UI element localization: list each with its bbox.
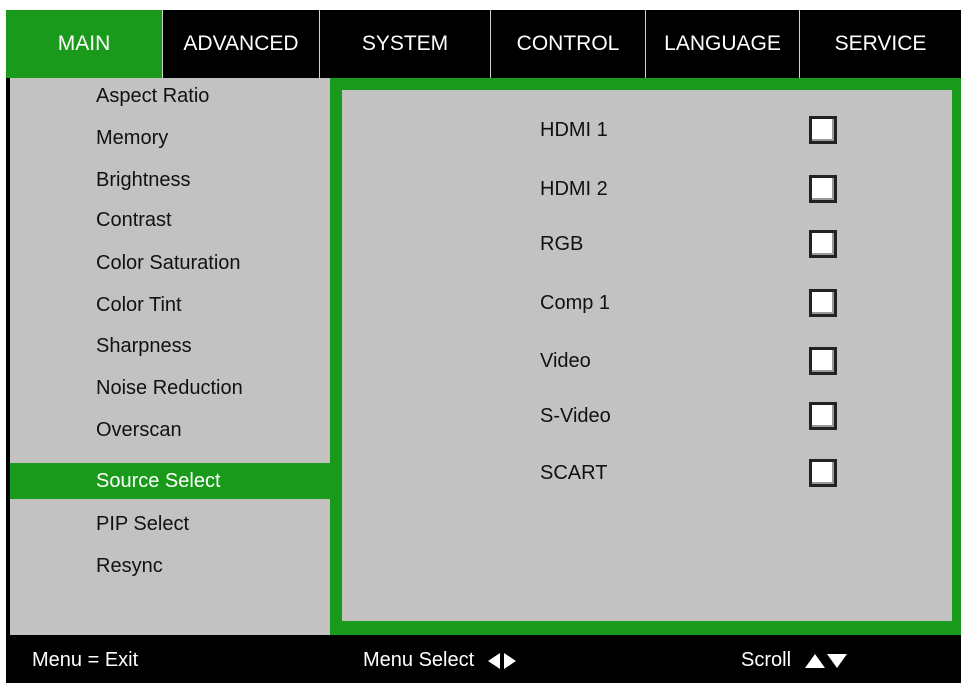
arrow-left-icon xyxy=(488,652,501,669)
osd-menu: MAIN ADVANCED SYSTEM CONTROL LANGUAGE SE… xyxy=(6,10,961,683)
source-label: HDMI 2 xyxy=(540,178,608,200)
exit-hint: Menu = Exit xyxy=(32,638,138,683)
source-row-hdmi2: HDMI 2 xyxy=(342,171,952,211)
menu-item-sharpness[interactable]: Sharpness xyxy=(10,328,330,364)
video-checkbox[interactable] xyxy=(809,347,837,375)
arrow-right-icon xyxy=(504,652,517,669)
source-row-scart: SCART xyxy=(342,455,952,495)
source-label: Video xyxy=(540,350,591,372)
arrow-up-icon xyxy=(805,653,826,668)
menu-item-color-tint[interactable]: Color Tint xyxy=(10,287,330,323)
footer-bar: Menu = Exit Menu Select Scroll xyxy=(6,638,961,683)
menu-item-resync[interactable]: Resync xyxy=(10,548,330,584)
menu-select-hint: Menu Select xyxy=(363,638,517,683)
menu-item-pip-select[interactable]: PIP Select xyxy=(10,506,330,542)
hdmi1-checkbox[interactable] xyxy=(809,116,837,144)
source-label: HDMI 1 xyxy=(540,119,608,141)
arrow-down-icon xyxy=(827,653,848,668)
comp1-checkbox[interactable] xyxy=(809,289,837,317)
scart-checkbox[interactable] xyxy=(809,459,837,487)
source-select-panel: HDMI 1 HDMI 2 RGB Comp 1 Video S-Video S… xyxy=(330,78,961,635)
source-row-comp1: Comp 1 xyxy=(342,285,952,325)
menu-item-overscan[interactable]: Overscan xyxy=(10,412,330,448)
source-row-svideo: S-Video xyxy=(342,398,952,438)
source-list: HDMI 1 HDMI 2 RGB Comp 1 Video S-Video S… xyxy=(342,90,952,621)
menu-item-color-saturation[interactable]: Color Saturation xyxy=(10,245,330,281)
menu-item-brightness[interactable]: Brightness xyxy=(10,162,330,198)
tab-advanced[interactable]: ADVANCED xyxy=(163,10,320,78)
menu-item-noise-reduction[interactable]: Noise Reduction xyxy=(10,370,330,406)
menu-item-source-select[interactable]: Source Select xyxy=(10,463,330,499)
source-row-video: Video xyxy=(342,343,952,383)
tab-bar: MAIN ADVANCED SYSTEM CONTROL LANGUAGE SE… xyxy=(6,10,961,78)
hdmi2-checkbox[interactable] xyxy=(809,175,837,203)
source-row-rgb: RGB xyxy=(342,226,952,266)
tab-language[interactable]: LANGUAGE xyxy=(646,10,800,78)
scroll-hint: Scroll xyxy=(741,638,848,683)
tab-system[interactable]: SYSTEM xyxy=(320,10,491,78)
source-label: Comp 1 xyxy=(540,292,611,314)
tab-main[interactable]: MAIN xyxy=(6,10,163,78)
menu-item-aspect-ratio[interactable]: Aspect Ratio xyxy=(10,78,330,114)
source-label: RGB xyxy=(540,233,584,255)
source-row-hdmi1: HDMI 1 xyxy=(342,112,952,152)
exit-hint-text: Menu = Exit xyxy=(32,649,139,671)
menu-item-contrast[interactable]: Contrast xyxy=(10,202,330,238)
menu-item-memory[interactable]: Memory xyxy=(10,120,330,156)
source-label: S-Video xyxy=(540,405,611,427)
svideo-checkbox[interactable] xyxy=(809,402,837,430)
scroll-text: Scroll xyxy=(741,649,792,671)
source-label: SCART xyxy=(540,462,608,484)
rgb-checkbox[interactable] xyxy=(809,230,837,258)
tab-control[interactable]: CONTROL xyxy=(491,10,646,78)
tab-service[interactable]: SERVICE xyxy=(800,10,961,78)
menu-select-text: Menu Select xyxy=(363,649,475,671)
main-menu-list: Aspect Ratio Memory Brightness Contrast … xyxy=(10,78,330,635)
